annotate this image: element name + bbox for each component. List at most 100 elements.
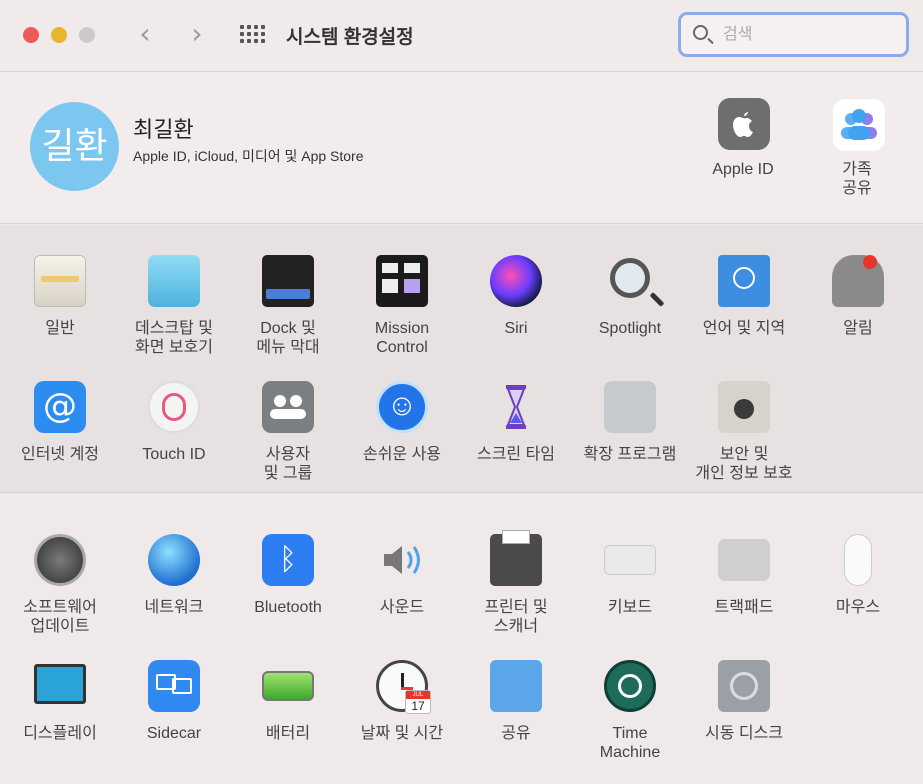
pane-sound[interactable]: 사운드 [345,534,459,654]
pane-label: Mission Control [374,320,430,356]
dock-icon [262,255,314,307]
spotlight-icon [610,258,650,298]
pane-trackpad[interactable]: 트랙패드 [687,534,801,654]
pane-notifications[interactable]: 알림 [801,255,915,375]
pane-bluetooth[interactable]: ᛒ Bluetooth [231,534,345,654]
pane-software-update[interactable]: 소프트웨어 업데이트 [3,534,117,654]
pane-startup-disk[interactable]: 시동 디스크 [687,660,801,780]
show-all-grid-icon[interactable] [240,25,266,45]
family-label-line2: 공유 [842,180,872,197]
pane-label: 트랙패드 [714,599,774,616]
pane-screen-time[interactable]: 스크린 타임 [459,381,573,501]
pane-displays[interactable]: 디스플레이 [3,660,117,780]
pane-accessibility[interactable]: ☺ 손쉬운 사용 [345,381,459,501]
pane-battery[interactable]: 배터리 [231,660,345,780]
pane-siri[interactable]: Siri [459,255,573,375]
family-sharing-icon[interactable] [833,99,885,151]
search-input[interactable] [723,23,893,47]
globe-icon [148,534,200,586]
pane-sharing[interactable]: 공유 [459,660,573,780]
pane-label: 날짜 및 시간 [360,725,444,742]
pane-mission-control[interactable]: Mission Control [345,255,459,375]
sidecar-icon [148,660,200,712]
speaker-icon [376,534,428,586]
back-button[interactable]: ‹ [132,20,158,48]
pane-label: Dock 및 메뉴 막대 [256,320,320,356]
pane-date-time[interactable]: JUL 17 날짜 및 시간 [345,660,459,780]
printer-icon [490,530,542,586]
pane-internet-accounts[interactable]: @ 인터넷 계정 [3,381,117,501]
apple-id-label[interactable]: Apple ID [688,160,798,179]
pane-network[interactable]: 네트워크 [117,534,231,654]
personal-prefs-section: 일반 데스크탑 및 화면 보호기 Dock 및 메뉴 막대 Mission Contr… [0,225,923,493]
pane-label: 일반 [45,320,75,337]
siri-icon [490,255,542,307]
forward-button[interactable]: › [184,20,210,48]
calendar-month: JUL [406,691,430,699]
apple-id-banner: 길환 최길환 Apple ID, iCloud, 미디어 및 App Store… [0,72,923,224]
pane-label: 디스플레이 [23,725,97,742]
battery-icon [262,671,314,701]
mouse-icon [844,534,872,586]
pane-spotlight[interactable]: Spotlight [573,255,687,375]
calendar-day: 17 [411,699,425,713]
house-lock-icon [718,381,770,433]
pane-label: Time Machine [599,725,661,761]
pane-general[interactable]: 일반 [3,255,117,375]
pane-sidecar[interactable]: Sidecar [117,660,231,780]
window-titlebar: ‹ › 시스템 환경설정 [0,0,923,72]
pane-mouse[interactable]: 마우스 [801,534,915,654]
hourglass-icon [490,381,542,433]
pane-printers[interactable]: 프린터 및 스캐너 [459,530,573,654]
pane-label: Spotlight [598,320,662,337]
pane-label: 마우스 [835,599,881,616]
bluetooth-icon: ᛒ [262,534,314,586]
minimize-window-button[interactable] [51,27,67,43]
sharing-folder-icon [490,660,542,712]
pane-label: 공유 [501,725,531,742]
pane-label: 스크린 타임 [476,446,556,463]
time-machine-icon [604,660,656,712]
pane-users-groups[interactable]: 사용자 및 그룹 [231,381,345,501]
pane-time-machine[interactable]: Time Machine [573,660,687,780]
pane-label: 손쉬운 사용 [362,446,442,463]
family-label-line1: 가족 [842,161,872,178]
desktop-icon [148,255,200,307]
pane-label: 시동 디스크 [704,725,784,742]
pane-label: 소프트웨어 업데이트 [23,599,97,635]
pane-security-privacy[interactable]: 보안 및 개인 정보 보호 [687,381,801,501]
pane-extensions[interactable]: 확장 프로그램 [573,381,687,501]
pane-label: Touch ID [142,446,206,463]
pane-keyboard[interactable]: 키보드 [573,534,687,654]
pane-label: 보안 및 개인 정보 보호 [695,446,793,482]
pane-label: 인터넷 계정 [20,446,100,463]
at-icon: @ [34,381,86,433]
pane-language[interactable]: 언어 및 지역 [687,255,801,375]
fingerprint-icon [148,381,200,433]
pane-label: 네트워크 [144,599,204,616]
pane-label: Sidecar [146,725,202,742]
pane-label: Bluetooth [254,599,322,616]
puzzle-icon [604,381,656,433]
mission-control-icon [376,255,428,307]
pane-label: 배터리 [265,725,311,742]
close-window-button[interactable] [23,27,39,43]
pane-label: 데스크탑 및 화면 보호기 [134,320,214,356]
zoom-window-button[interactable] [79,27,95,43]
apple-id-icon[interactable] [718,98,770,150]
gear-icon [34,534,86,586]
search-field[interactable] [678,12,909,57]
accessibility-icon: ☺ [376,381,428,433]
user-name: 최길환 [133,117,194,142]
pane-label: 프린터 및 스캐너 [484,599,548,635]
pane-touch-id[interactable]: Touch ID [117,381,231,501]
pane-desktop[interactable]: 데스크탑 및 화면 보호기 [117,255,231,375]
pane-label: 확장 프로그램 [583,446,677,463]
calendar-badge: JUL 17 [405,690,431,714]
pane-label: 키보드 [607,599,653,616]
avatar[interactable]: 길환 [30,102,119,191]
user-subtitle: Apple ID, iCloud, 미디어 및 App Store [133,148,364,164]
pane-dock[interactable]: Dock 및 메뉴 막대 [231,255,345,375]
family-sharing-label[interactable]: 가족 공유 [802,160,912,198]
keyboard-icon [604,545,656,575]
